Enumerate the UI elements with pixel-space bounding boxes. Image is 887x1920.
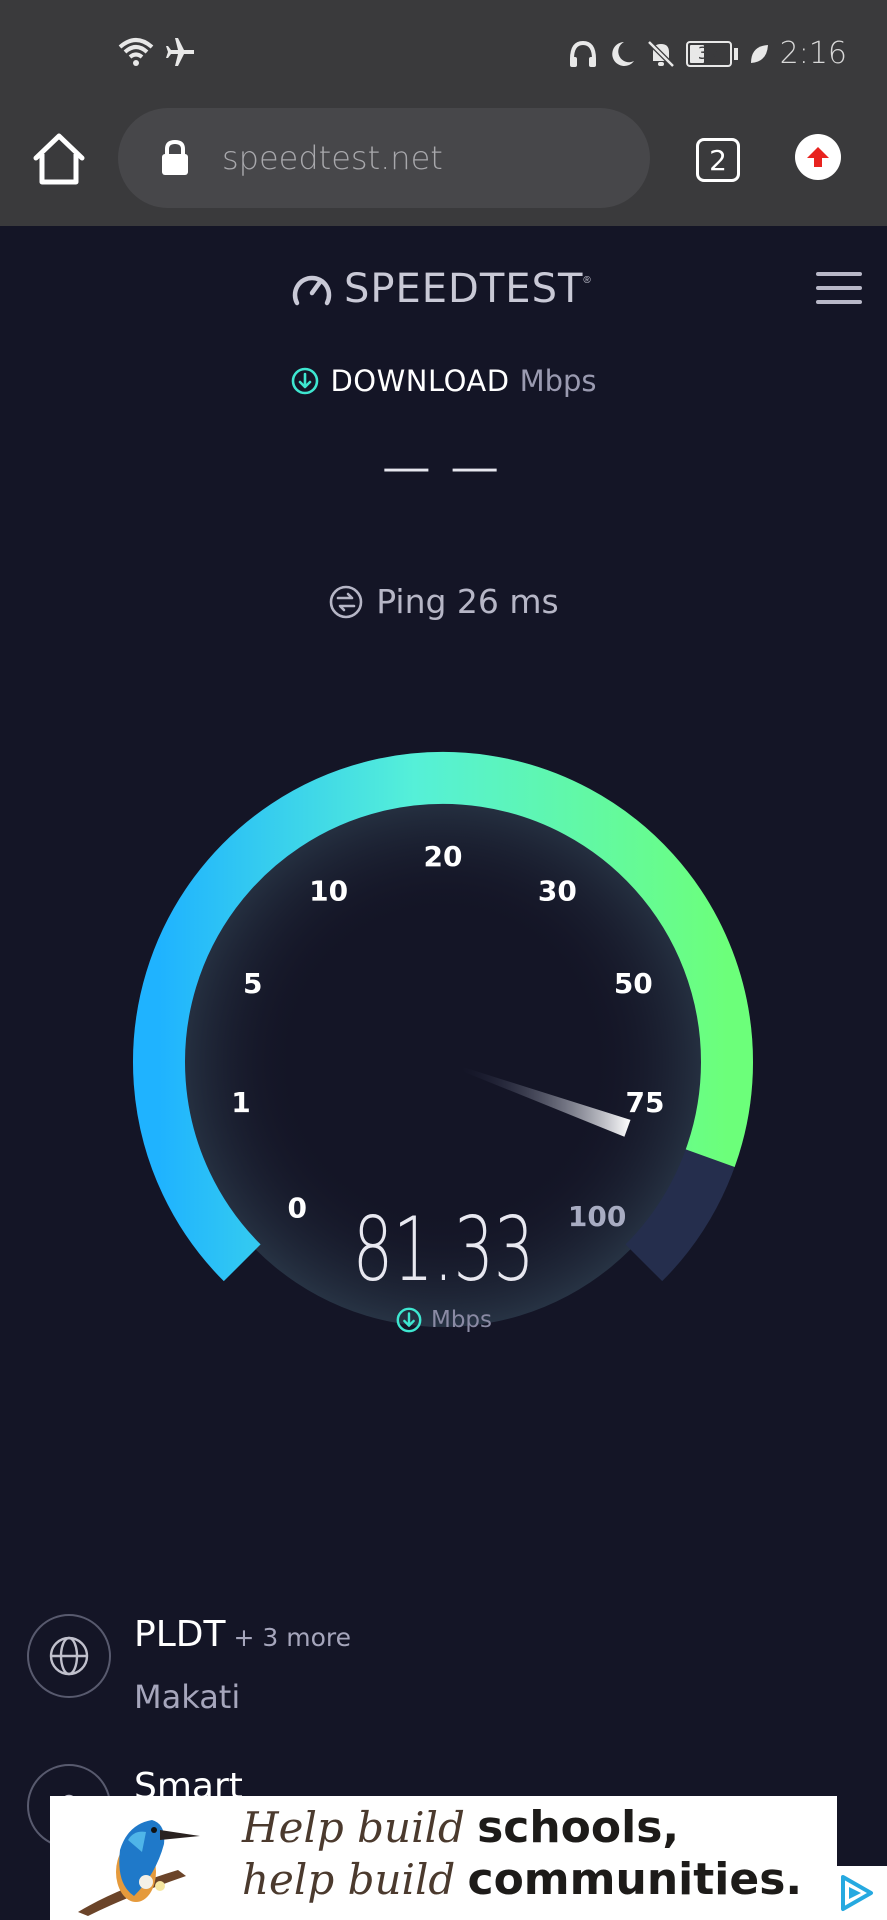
ad-banner[interactable]: Help build schools, help build communiti…: [50, 1796, 837, 1920]
ad-bold-2: communities.: [467, 1854, 803, 1905]
battery-icon: 37: [685, 40, 732, 67]
update-button[interactable]: [795, 134, 841, 180]
download-arrow-icon: [292, 367, 319, 395]
battery-level: 37: [697, 43, 720, 64]
ping-icon: [329, 585, 363, 618]
gauge-tick-75: 75: [626, 1086, 665, 1119]
ad-script-1: Help build: [242, 1803, 465, 1852]
brand-trademark: ®: [583, 274, 591, 286]
wifi-icon: [118, 38, 154, 66]
headphones-icon: [569, 40, 596, 67]
leaf-icon: [750, 44, 768, 63]
gauge-tick-30: 30: [538, 875, 577, 908]
gauge-logo-icon: [292, 275, 332, 306]
airplane-icon: [166, 38, 194, 66]
download-value: — —: [384, 442, 503, 491]
gauge-tick-5: 5: [243, 967, 262, 1000]
status-left: [118, 36, 196, 68]
lock-icon: [162, 139, 188, 175]
moon-icon: [611, 41, 634, 66]
browser-toolbar: speedtest.net 2: [0, 106, 887, 226]
download-arrow-small-icon: [396, 1307, 422, 1333]
globe-icon: [27, 1614, 111, 1698]
arrow-up-icon: [807, 147, 829, 167]
gauge-tick-20: 20: [424, 840, 463, 873]
speed-unit: Mbps: [0, 1306, 887, 1334]
status-time: 2:16: [779, 36, 847, 71]
download-header: DOWNLOAD Mbps: [0, 364, 887, 398]
isp-location: Makati: [134, 1678, 241, 1716]
download-unit: Mbps: [519, 364, 597, 398]
gauge-tick-50: 50: [614, 967, 653, 1000]
status-bar: 37 2:16: [0, 0, 887, 106]
isp-more[interactable]: + 3 more: [233, 1623, 351, 1652]
url-text: speedtest.net: [222, 139, 443, 177]
address-bar[interactable]: speedtest.net: [118, 108, 650, 208]
adchoices-icon[interactable]: [823, 1866, 887, 1920]
brand-name: SPEEDTEST: [344, 266, 584, 312]
kingfisher-bird-icon: [78, 1820, 200, 1916]
tab-count: 2: [709, 143, 727, 177]
ad-line-2: help build communities.: [242, 1854, 802, 1905]
speedtest-logo[interactable]: SPEEDTEST ®: [290, 266, 591, 312]
gauge-tick-1: 1: [231, 1086, 250, 1119]
battery-tip: [733, 47, 738, 60]
tab-switcher-button[interactable]: 2: [696, 138, 740, 182]
ad-line-1: Help build schools,: [242, 1802, 679, 1853]
download-title: DOWNLOAD: [330, 364, 510, 398]
isp-item[interactable]: PLDT + 3 more Makati: [0, 1612, 887, 1732]
bell-muted-icon: [646, 39, 675, 68]
gauge-tick-10: 10: [309, 875, 348, 908]
ad-bold-1: schools,: [477, 1802, 680, 1853]
speed-unit-label: Mbps: [430, 1307, 493, 1333]
status-right: 37 2:16: [568, 36, 847, 71]
isp-name: PLDT + 3 more: [134, 1614, 351, 1655]
isp-name-label: PLDT: [134, 1614, 226, 1655]
home-icon[interactable]: [30, 130, 88, 188]
hamburger-menu-icon[interactable]: [816, 270, 862, 306]
ping-label: Ping 26 ms: [376, 582, 559, 621]
speed-value: 81.33: [352, 1198, 535, 1301]
ad-script-2: help build: [242, 1855, 456, 1904]
ping-info: Ping 26 ms: [0, 582, 887, 621]
